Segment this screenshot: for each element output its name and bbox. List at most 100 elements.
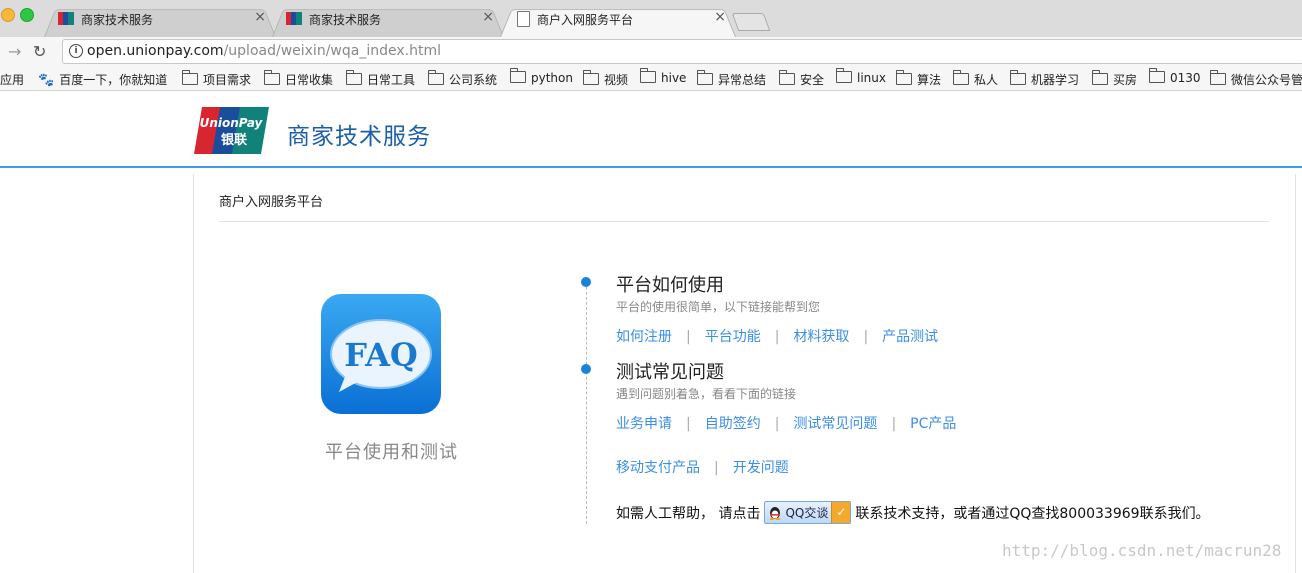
tab-title: 商家技术服务	[81, 13, 154, 27]
link-dev-issues[interactable]: 开发问题	[733, 460, 789, 476]
folder-icon	[1010, 70, 1026, 85]
baidu-paw-icon: 🐾	[38, 73, 55, 88]
bookmark-folder[interactable]: 0130	[1149, 68, 1201, 85]
folder-icon	[1092, 70, 1108, 85]
minimize-button[interactable]	[1, 8, 15, 22]
separator: |	[774, 329, 780, 345]
separator: |	[774, 416, 780, 432]
service-panel: 商户入网服务平台 FAQ 平台使用和测试 平台如何使用 平台的使用很简单，以下链…	[193, 174, 1296, 573]
folder-icon	[264, 70, 280, 85]
back-arrow-icon[interactable]: →	[8, 42, 21, 61]
help-prefix: 如需人工帮助， 请点击	[616, 505, 761, 522]
qq-button-label: QQ交谈	[785, 506, 829, 520]
link-mobile-payment[interactable]: 移动支付产品	[616, 460, 700, 476]
folder-icon	[697, 70, 713, 85]
bookmark-folder[interactable]: 微信公众号管	[1210, 70, 1302, 88]
tab-title: 商户入网服务平台	[537, 13, 634, 27]
faq-icon[interactable]: FAQ	[321, 294, 441, 414]
folder-icon	[346, 70, 362, 85]
bookmark-apps[interactable]: 应用	[0, 71, 24, 88]
folder-icon	[896, 70, 912, 85]
link-self-sign[interactable]: 自助签约	[705, 416, 761, 432]
folder-icon	[836, 68, 852, 83]
separator: |	[686, 329, 691, 345]
qq-chat-button[interactable]: QQ交谈 ✓	[764, 501, 852, 524]
timeline-dot	[581, 277, 591, 287]
check-icon: ✓	[831, 502, 851, 523]
section-title-faq: 测试常见问题	[616, 362, 724, 383]
bookmark-folder[interactable]: 项目需求	[182, 70, 251, 88]
faq-links-2: 移动支付产品 | 开发问题	[616, 457, 789, 477]
folder-icon	[510, 68, 526, 83]
site-header: UnionPay 银联 商家技术服务	[0, 91, 1302, 168]
close-tab-icon[interactable]: ×	[482, 9, 494, 25]
folder-icon	[779, 70, 795, 85]
bookmarks-bar: 应用 🐾 百度一下，你就知道 项目需求 日常收集 日常工具 公司系统 python…	[0, 67, 1302, 91]
tab-3-active[interactable]: 商户入网服务平台 ×	[500, 6, 736, 38]
brand-title: 商家技术服务	[287, 124, 431, 150]
unionpay-favicon-icon	[286, 12, 302, 25]
tab-1[interactable]: 商家技术服务 ×	[44, 6, 276, 38]
address-bar[interactable]: i open.unionpay.com/upload/weixin/wqa_in…	[62, 39, 1302, 64]
separator: |	[891, 416, 897, 432]
bookmark-folder[interactable]: python	[510, 68, 573, 85]
bookmark-folder[interactable]: 买房	[1092, 70, 1137, 88]
section-subtitle: 平台的使用很简单，以下链接能帮到您	[616, 300, 821, 314]
bookmark-baidu[interactable]: 🐾 百度一下，你就知道	[38, 71, 167, 88]
folder-icon	[428, 70, 444, 85]
folder-icon	[182, 70, 198, 85]
url-text[interactable]: open.unionpay.com/upload/weixin/wqa_inde…	[87, 43, 441, 59]
link-register[interactable]: 如何注册	[616, 329, 672, 345]
reload-icon[interactable]: ↻	[33, 42, 46, 61]
bookmark-folder[interactable]: 日常工具	[346, 70, 415, 88]
new-tab-button[interactable]	[731, 13, 771, 31]
qq-penguin-icon	[770, 506, 781, 520]
browser-toolbar: → ↻ i open.unionpay.com/upload/weixin/wq…	[0, 37, 1302, 67]
timeline-dot	[581, 364, 591, 374]
unionpay-favicon-icon	[58, 12, 74, 25]
separator: |	[863, 329, 869, 345]
bookmark-folder[interactable]: 日常收集	[264, 70, 333, 88]
help-line: 如需人工帮助， 请点击 QQ交谈 ✓ 联系技术支持，或者通过QQ查找800033…	[616, 501, 1210, 524]
section-title-usage: 平台如何使用	[616, 275, 724, 296]
link-pc-product[interactable]: PC产品	[910, 416, 956, 432]
separator: |	[686, 416, 691, 432]
bookmark-folder[interactable]: 公司系统	[428, 70, 497, 88]
separator: |	[714, 460, 719, 476]
link-business-apply[interactable]: 业务申请	[616, 416, 672, 432]
link-platform-features[interactable]: 平台功能	[705, 329, 761, 345]
close-tab-icon[interactable]: ×	[714, 9, 726, 25]
faq-caption: 平台使用和测试	[325, 442, 458, 463]
link-materials[interactable]: 材料获取	[793, 329, 849, 345]
svg-text:UnionPay: UnionPay	[200, 116, 264, 130]
info-icon[interactable]: i	[69, 44, 83, 58]
close-tab-icon[interactable]: ×	[254, 9, 266, 25]
bookmark-folder[interactable]: 视频	[583, 70, 628, 88]
divider	[219, 221, 1269, 222]
help-suffix: 联系技术支持，或者通过QQ查找800033969联系我们。	[855, 505, 1210, 522]
folder-icon	[1210, 70, 1226, 85]
usage-links: 如何注册 | 平台功能 | 材料获取 | 产品测试	[616, 326, 938, 346]
folder-icon	[1149, 68, 1165, 83]
maximize-button[interactable]	[20, 8, 34, 22]
tab-bar: 商家技术服务 × 商家技术服务 × 商户入网服务平台 ×	[0, 0, 1302, 38]
panel-title: 商户入网服务平台	[219, 195, 324, 210]
unionpay-logo[interactable]: UnionPay 银联	[194, 107, 269, 154]
bookmark-folder[interactable]: hive	[640, 68, 686, 85]
bookmark-folder[interactable]: 机器学习	[1010, 70, 1079, 88]
watermark: http://blog.csdn.net/macrun28	[1002, 541, 1282, 560]
bookmark-folder[interactable]: 异常总结	[697, 70, 766, 88]
bookmark-folder[interactable]: linux	[836, 68, 886, 85]
link-product-test[interactable]: 产品测试	[882, 329, 938, 345]
folder-icon	[953, 70, 969, 85]
bookmark-folder[interactable]: 算法	[896, 70, 941, 88]
faq-links: 业务申请 | 自助签约 | 测试常见问题 | PC产品	[616, 413, 956, 433]
folder-icon	[583, 70, 599, 85]
bookmark-folder[interactable]: 安全	[779, 70, 824, 88]
bookmark-folder[interactable]: 私人	[953, 70, 998, 88]
tab-2[interactable]: 商家技术服务 ×	[272, 6, 504, 38]
link-test-faq[interactable]: 测试常见问题	[793, 416, 877, 432]
timeline-line	[586, 282, 587, 524]
document-icon	[517, 11, 530, 27]
svg-text:FAQ: FAQ	[344, 336, 418, 374]
